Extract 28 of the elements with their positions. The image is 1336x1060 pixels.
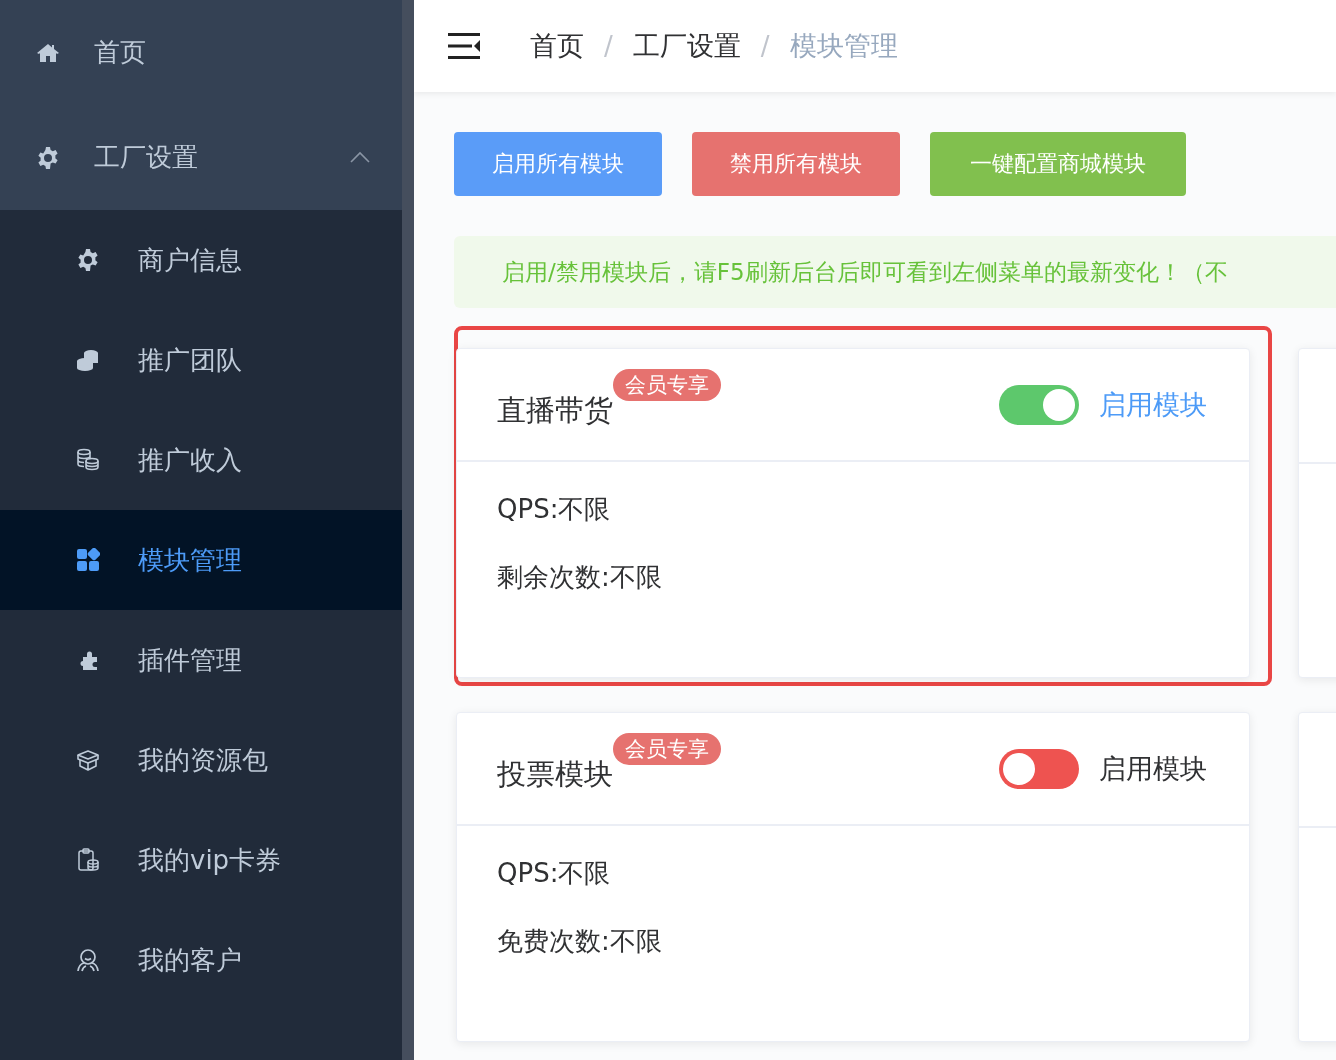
- toggle-switch[interactable]: [999, 748, 1079, 789]
- module-title: 投票模块: [497, 755, 613, 793]
- toggle-label: 启用模块: [1099, 751, 1207, 786]
- toggle-label: 启用模块: [1099, 387, 1207, 422]
- member-badge: 会员专享: [613, 368, 721, 401]
- grid-icon: [76, 548, 100, 572]
- notice-text: 启用/禁用模块后，请F5刷新后台后即可看到左侧菜单的最新变化！（不: [502, 257, 1228, 287]
- module-title: 直播带货: [497, 391, 613, 429]
- clipboard-icon: [76, 848, 100, 872]
- breadcrumb-separator: /: [760, 31, 770, 61]
- module-info: 剩余次数:不限: [497, 561, 663, 594]
- menu-item[interactable]: 首页: [0, 0, 402, 105]
- breadcrumb-link[interactable]: 工厂设置: [632, 28, 741, 64]
- breadcrumb-current: 模块管理: [789, 29, 898, 63]
- module-info: 免费次数:不限: [497, 925, 663, 958]
- gear-icon: [36, 145, 60, 170]
- gear-icon: [76, 248, 100, 272]
- box-icon: [76, 748, 100, 772]
- member-badge: 会员专享: [613, 732, 721, 765]
- breadcrumb-separator: /: [604, 31, 613, 61]
- menu-fold-icon[interactable]: [448, 32, 480, 60]
- person-icon: [76, 948, 100, 972]
- toggle-switch[interactable]: [999, 384, 1079, 425]
- module-info: QPS:不限: [497, 493, 612, 526]
- menu-item[interactable]: 工厂设置: [0, 105, 402, 210]
- breadcrumb-link[interactable]: 首页: [530, 28, 584, 64]
- module-info: QPS:不限: [497, 857, 612, 890]
- menu-item[interactable]: 模块管理: [0, 510, 402, 610]
